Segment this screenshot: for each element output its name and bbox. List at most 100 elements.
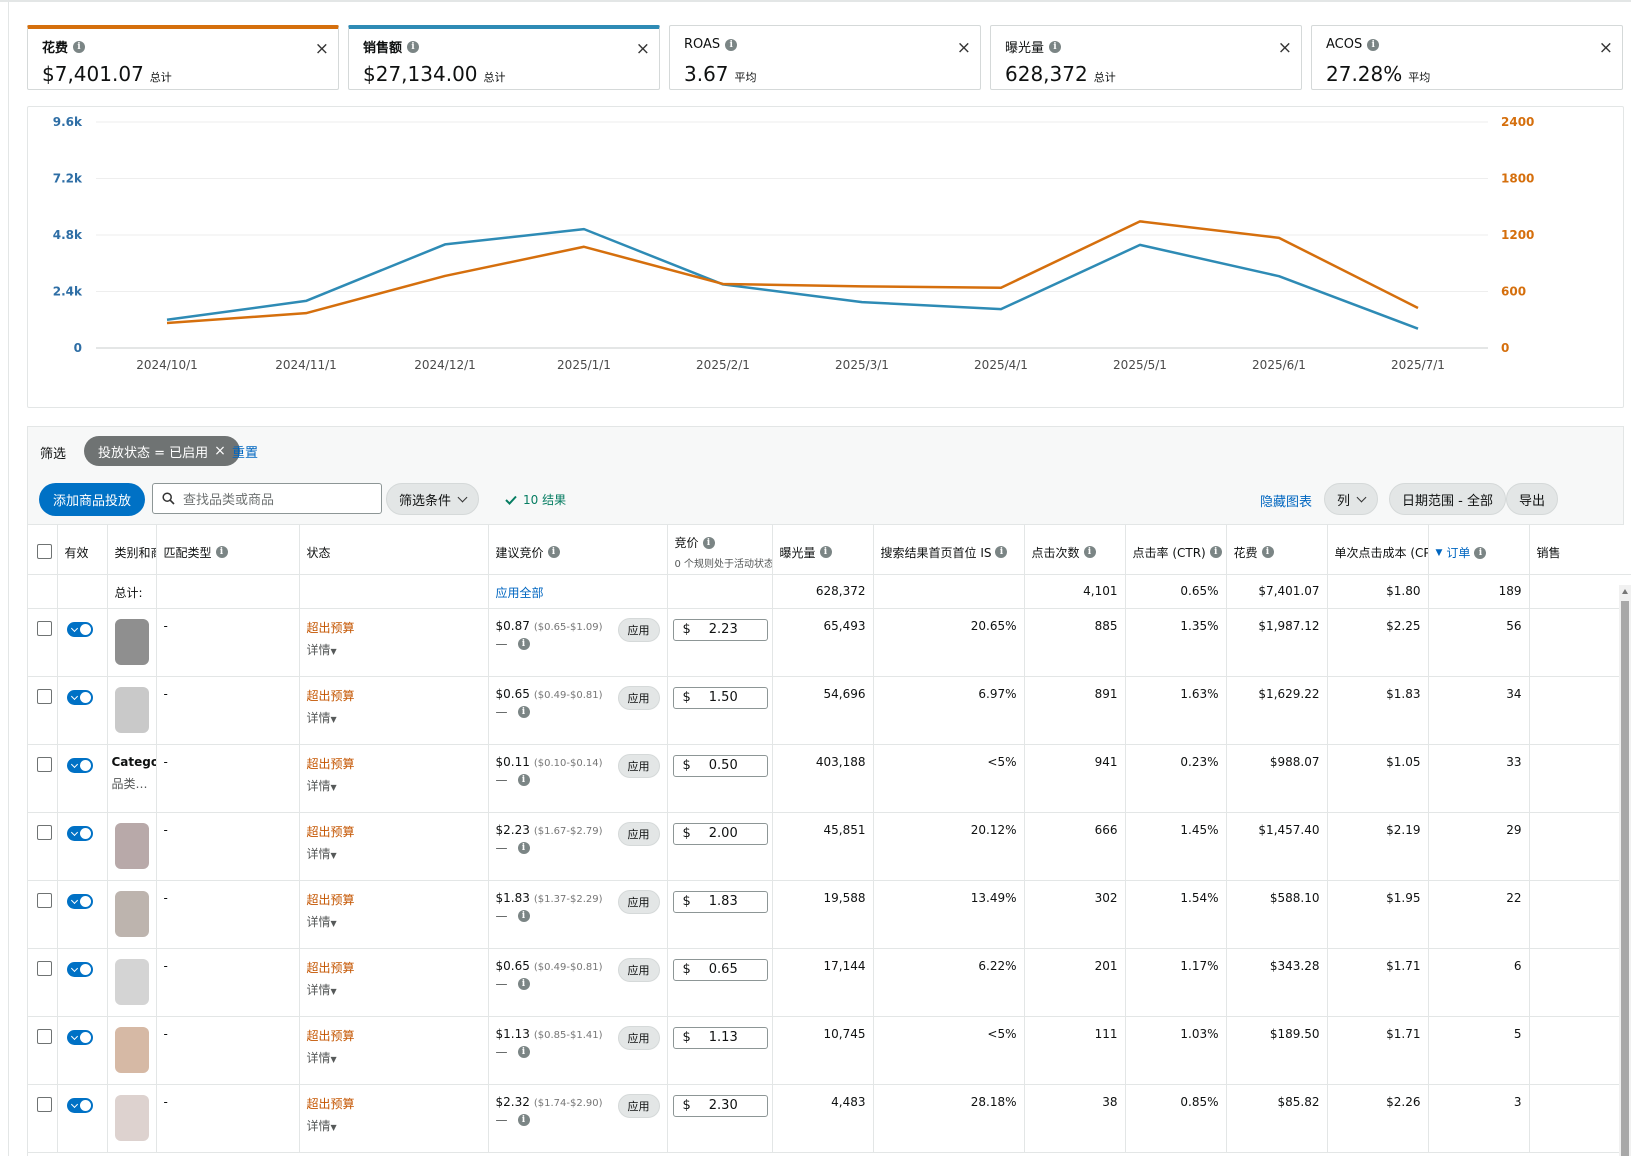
active-toggle[interactable] [66,1029,93,1045]
row-checkbox[interactable] [37,960,52,976]
info-icon[interactable]: i [73,40,86,53]
active-toggle[interactable] [66,689,93,705]
info-icon[interactable]: i [1474,546,1487,559]
active-toggle[interactable] [66,621,93,637]
product-thumbnail[interactable] [114,618,149,665]
search-input[interactable]: 查找品类或商品 [152,483,382,514]
header-clicks[interactable]: 点击次数 i [1024,525,1126,575]
metric-card-acos[interactable]: ACOS i 27.28% 平均 × [1311,25,1623,90]
bid-input[interactable]: $1.83 [672,890,768,913]
detail-toggle[interactable]: 详情▼ [307,913,481,930]
info-icon[interactable]: i [517,1045,530,1058]
scrollbar-thumb[interactable] [1621,601,1629,1156]
header-category[interactable]: 类别和商 [107,525,157,575]
info-icon[interactable]: i [547,546,560,559]
active-toggle[interactable] [66,1097,93,1113]
detail-toggle[interactable]: 详情▼ [307,1117,481,1134]
close-icon[interactable]: × [636,39,650,59]
product-thumbnail[interactable] [114,1026,149,1073]
apply-button[interactable]: 应用 [617,685,660,710]
export-button[interactable]: 导出 [1506,483,1559,515]
active-toggle[interactable] [66,757,93,773]
apply-button[interactable]: 应用 [617,821,660,846]
bid-input[interactable]: $1.50 [672,686,768,709]
detail-toggle[interactable]: 详情▼ [307,981,481,998]
table-scrollbar[interactable] [1619,585,1631,1156]
date-range-button[interactable]: 日期范围 - 全部 [1389,483,1506,515]
columns-dropdown[interactable]: 列 [1324,483,1379,515]
header-spend[interactable]: 花费 i [1226,525,1328,575]
header-bid[interactable]: 竞价 i 0 个规则处于活动状态 [667,525,773,575]
product-thumbnail[interactable] [114,890,149,937]
detail-toggle[interactable]: 详情▼ [307,845,481,862]
header-orders[interactable]: ▼ 订单 i [1428,525,1530,575]
header-top-of-search-is[interactable]: 搜索结果首页首位 IS i [873,525,1025,575]
apply-button[interactable]: 应用 [617,617,660,642]
product-thumbnail[interactable] [114,686,149,733]
info-icon[interactable]: i [1049,40,1062,53]
row-checkbox[interactable] [37,688,52,704]
row-checkbox[interactable] [37,892,52,908]
header-cpc[interactable]: 单次点击成本 (CPC) [1327,525,1429,575]
select-all-checkbox[interactable] [37,544,52,560]
product-thumbnail[interactable] [114,822,149,869]
hide-chart-link[interactable]: 隐藏图表 [1260,491,1312,510]
info-icon[interactable]: i [1209,546,1222,559]
header-impressions[interactable]: 曝光量 i [772,525,874,575]
info-icon[interactable]: i [1261,546,1274,559]
scroll-up-icon[interactable] [1622,589,1628,594]
info-icon[interactable]: i [517,1113,530,1126]
detail-toggle[interactable]: 详情▼ [307,641,481,658]
apply-button[interactable]: 应用 [617,957,660,982]
metric-card-sales[interactable]: 销售额 i $27,134.00 总计 × [348,25,660,90]
active-toggle[interactable] [66,893,93,909]
filter-chip-status[interactable]: 投放状态 = 已启用 × [84,436,240,466]
row-checkbox[interactable] [37,756,52,772]
add-product-targeting-button[interactable]: 添加商品投放 [39,483,146,516]
reset-link[interactable]: 重置 [232,442,258,461]
bid-input[interactable]: $2.23 [672,618,768,641]
header-match-type[interactable]: 匹配类型 i [156,525,300,575]
header-suggested-bid[interactable]: 建议竞价 i [488,525,668,575]
close-icon[interactable]: × [1278,38,1292,58]
detail-toggle[interactable]: 详情▼ [307,777,481,794]
info-icon[interactable]: i [517,909,530,922]
header-ctr[interactable]: 点击率 (CTR) i [1125,525,1227,575]
close-icon[interactable]: × [214,443,226,459]
apply-button[interactable]: 应用 [617,889,660,914]
close-icon[interactable]: × [1599,38,1613,58]
apply-all-link[interactable]: 应用全部 [496,586,544,600]
info-icon[interactable]: i [702,536,715,549]
row-checkbox[interactable] [37,824,52,840]
row-checkbox[interactable] [37,620,52,636]
info-icon[interactable]: i [215,546,228,559]
info-icon[interactable]: i [1083,546,1096,559]
category-name[interactable]: Categor [112,755,156,769]
info-icon[interactable]: i [517,637,530,650]
bid-input[interactable]: $0.65 [672,958,768,981]
info-icon[interactable]: i [725,38,738,51]
metric-card-roas[interactable]: ROAS i 3.67 平均 × [669,25,981,90]
close-icon[interactable]: × [315,39,329,59]
apply-button[interactable]: 应用 [617,1093,660,1118]
active-toggle[interactable] [66,961,93,977]
info-icon[interactable]: i [517,977,530,990]
detail-toggle[interactable]: 详情▼ [307,709,481,726]
info-icon[interactable]: i [819,546,832,559]
bid-input[interactable]: $1.13 [672,1026,768,1049]
product-thumbnail[interactable] [114,1094,149,1141]
apply-button[interactable]: 应用 [617,1025,660,1050]
active-toggle[interactable] [66,825,93,841]
header-status[interactable]: 状态 [299,525,489,575]
info-icon[interactable]: i [517,773,530,786]
header-sales[interactable]: 销售 [1529,525,1631,575]
info-icon[interactable]: i [517,841,530,854]
bid-input[interactable]: $0.50 [672,754,768,777]
apply-button[interactable]: 应用 [617,753,660,778]
info-icon[interactable]: i [995,546,1008,559]
row-checkbox[interactable] [37,1096,52,1112]
bid-input[interactable]: $2.00 [672,822,768,845]
row-checkbox[interactable] [37,1028,52,1044]
info-icon[interactable]: i [517,705,530,718]
close-icon[interactable]: × [957,38,971,58]
